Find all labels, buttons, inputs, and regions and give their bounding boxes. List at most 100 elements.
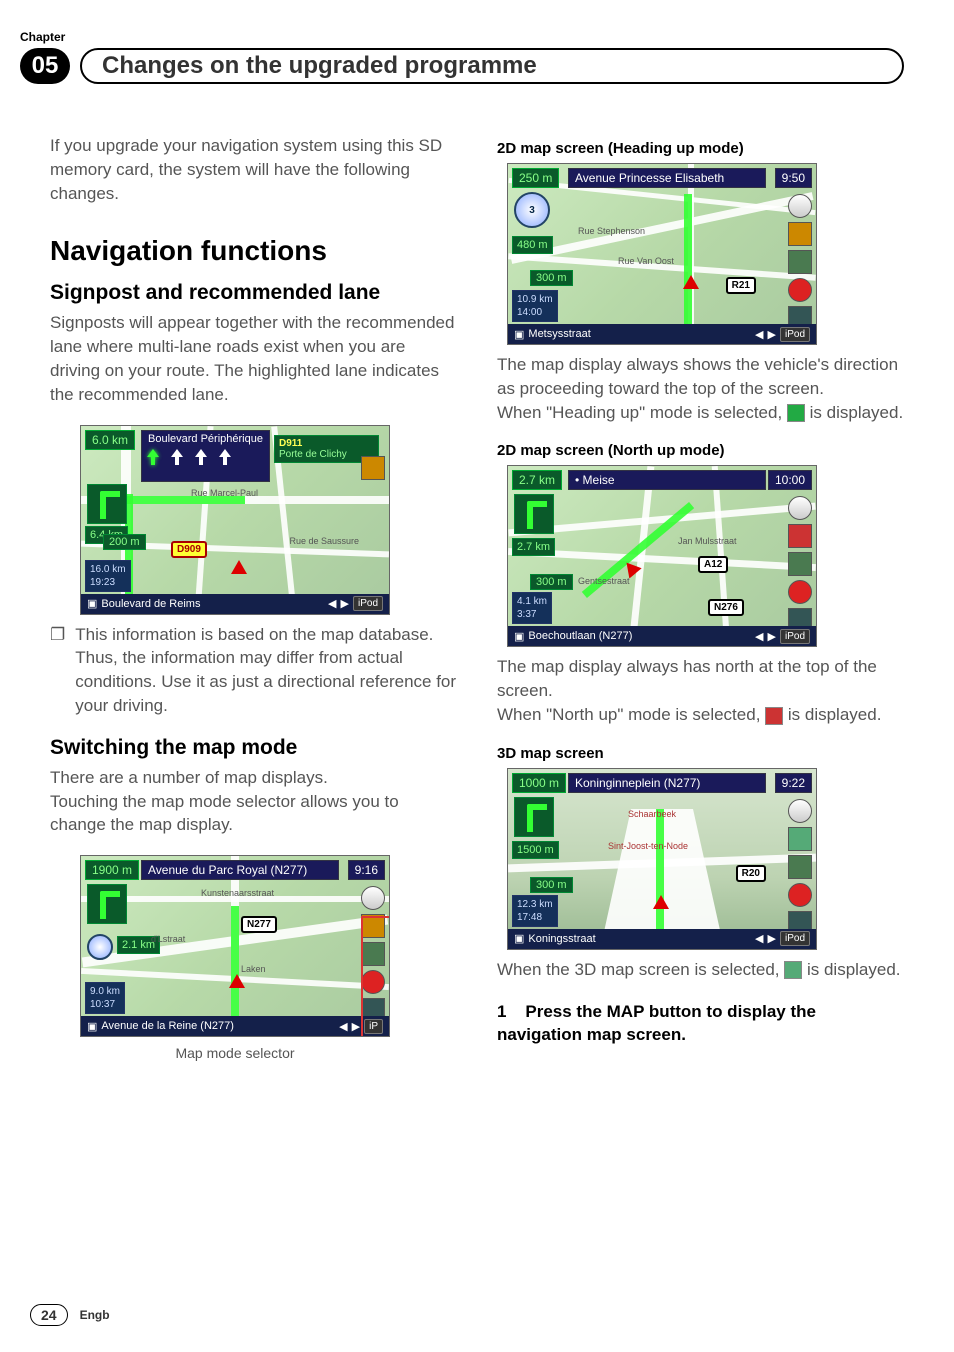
- current-street: Metsysstraat: [528, 328, 590, 340]
- map-side-button[interactable]: [788, 250, 812, 274]
- map-mode-button[interactable]: [788, 524, 812, 548]
- switch-body-1: There are a number of map displays.: [50, 766, 457, 790]
- map-top-distance: 250 m: [512, 168, 559, 188]
- street-label: Rue Van Oost: [618, 256, 674, 266]
- ipod-label: iPod: [780, 629, 810, 644]
- switch-mode-heading: Switching the map mode: [50, 736, 457, 760]
- signpost-heading: Signpost and recommended lane: [50, 281, 457, 305]
- north-up-label: 2D map screen (North up mode): [497, 442, 904, 459]
- current-street: Boulevard de Reims: [101, 598, 200, 610]
- selector-caption: Map mode selector: [80, 1045, 390, 1061]
- map-bottom-bar: ▣Metsysstraat ◀▶iPod: [508, 324, 816, 344]
- signpost-body: Signposts will appear together with the …: [50, 311, 457, 406]
- map-mode-icon[interactable]: [361, 456, 385, 480]
- map-top-distance: 1900 m: [85, 860, 139, 880]
- map-3d-screenshot: 1000 m Koninginneplein (N277) 9:22 1500 …: [507, 768, 817, 950]
- map-side-button[interactable]: [361, 942, 385, 966]
- map-top-distance: 2.7 km: [512, 470, 562, 490]
- lane-dest-code: D911: [279, 438, 302, 449]
- turn-arrow-icon: [514, 494, 554, 534]
- heading-up-body: The map display always shows the vehicle…: [497, 353, 904, 401]
- map-bottom-bar: ▣Boechoutlaan (N277) ◀▶iPod: [508, 626, 816, 646]
- street-label: Jan Mulsstraat: [678, 536, 737, 546]
- distance-pill: 200 m: [103, 534, 146, 550]
- map-mode-button[interactable]: [788, 827, 812, 851]
- lane-arrow-icon: [172, 449, 182, 465]
- lane-arrow-icon: [148, 449, 158, 465]
- record-button[interactable]: [361, 970, 385, 994]
- road-shield: R20: [736, 865, 766, 882]
- page-footer: 24 Engb: [30, 1304, 110, 1326]
- switch-body-2: Touching the map mode selector allows yo…: [50, 790, 457, 838]
- chapter-header: 05 Changes on the upgraded programme: [20, 48, 904, 84]
- street-label: Rue de Saussure: [289, 536, 359, 546]
- right-column: 2D map screen (Heading up mode) 250 m Av…: [497, 134, 904, 1063]
- north-up-body-2: When "North up" mode is selected, is dis…: [497, 703, 904, 727]
- road-shield: A12: [698, 556, 728, 573]
- map-side-button[interactable]: [788, 855, 812, 879]
- map-sub-distance: 1500 m: [512, 841, 559, 859]
- compass-button[interactable]: [788, 799, 812, 823]
- road-shield: D909: [171, 541, 207, 558]
- compass-button[interactable]: [788, 194, 812, 218]
- street-label: Rue Marcel-Paul: [191, 488, 258, 498]
- road-shield: R21: [726, 277, 756, 294]
- map-top-time: 9:16: [348, 860, 385, 880]
- heading-up-label: 2D map screen (Heading up mode): [497, 140, 904, 157]
- map-3d-label: 3D map screen: [497, 745, 904, 762]
- road-shield: N276: [708, 599, 744, 616]
- current-street: Avenue de la Reine (N277): [101, 1020, 234, 1032]
- current-street: Boechoutlaan (N277): [528, 630, 632, 642]
- navigation-functions-heading: Navigation functions: [50, 235, 457, 267]
- lane-arrow-icon: [196, 449, 206, 465]
- record-button[interactable]: [788, 883, 812, 907]
- street-label: Kunstenaarsstraat: [201, 888, 274, 898]
- page-title: Changes on the upgraded programme: [80, 48, 904, 84]
- street-label: Sint-Joost-ten-Node: [608, 841, 688, 851]
- note-bullet-icon: ❐: [50, 623, 65, 718]
- lane-title: Boulevard Périphérique: [148, 433, 263, 445]
- heading-up-map-screenshot: 250 m Avenue Princesse Elisabeth 9:50 3 …: [507, 163, 817, 345]
- map-top-time: 9:22: [775, 773, 812, 793]
- heading-up-body-2: When "Heading up" mode is selected, is d…: [497, 401, 904, 425]
- ipod-label: iPod: [780, 327, 810, 342]
- north-up-mode-icon: [765, 707, 783, 725]
- compass-button[interactable]: [361, 886, 385, 910]
- turn-arrow-icon: [87, 484, 127, 524]
- lane-panel: Boulevard Périphérique D911 Porte de Cli…: [141, 430, 270, 482]
- map-3d-mode-icon: [784, 961, 802, 979]
- signpost-map-screenshot: 6.0 km Boulevard Périphérique D911 Porte…: [80, 425, 390, 615]
- signpost-note: This information is based on the map dat…: [75, 623, 457, 718]
- compass-icon: [87, 934, 113, 960]
- map-sub-distance: 2.7 km: [512, 538, 555, 556]
- chapter-number-badge: 05: [20, 48, 70, 84]
- left-column: If you upgrade your navigation system us…: [50, 134, 457, 1063]
- trip-stats: 9.0 km10:37: [85, 982, 125, 1014]
- street-label: d'Lstraat: [151, 934, 185, 944]
- street-label: Laken: [241, 964, 266, 974]
- current-street: Koningsstraat: [528, 933, 595, 945]
- lane-arrow-icon: [220, 449, 230, 465]
- ipod-label: iPod: [780, 931, 810, 946]
- map-mode-button[interactable]: [361, 914, 385, 938]
- trip-stats: 16.0 km19:23: [85, 560, 131, 592]
- distance-pill: 300 m: [530, 270, 573, 286]
- distance-pill: 300 m: [530, 574, 573, 590]
- compass-icon: 3: [514, 192, 550, 228]
- distance-pill: 300 m: [530, 877, 573, 893]
- turn-arrow-icon: [87, 884, 127, 924]
- ipod-label: iP: [364, 1019, 383, 1034]
- intro-text: If you upgrade your navigation system us…: [50, 134, 457, 205]
- map-top-title: Avenue du Parc Royal (N277): [141, 860, 339, 880]
- north-up-body: The map display always has north at the …: [497, 655, 904, 703]
- lane-dest-text: Porte de Clichy: [279, 449, 347, 460]
- ipod-label: iPod: [353, 596, 383, 611]
- compass-button[interactable]: [788, 496, 812, 520]
- record-button[interactable]: [788, 580, 812, 604]
- map-mode-button[interactable]: [788, 222, 812, 246]
- map-side-button[interactable]: [788, 552, 812, 576]
- map-top-title: Avenue Princesse Elisabeth: [568, 168, 766, 188]
- map-top-title: • Meise: [568, 470, 766, 490]
- map-bottom-bar: ▣Koningsstraat ◀▶iPod: [508, 929, 816, 949]
- record-button[interactable]: [788, 278, 812, 302]
